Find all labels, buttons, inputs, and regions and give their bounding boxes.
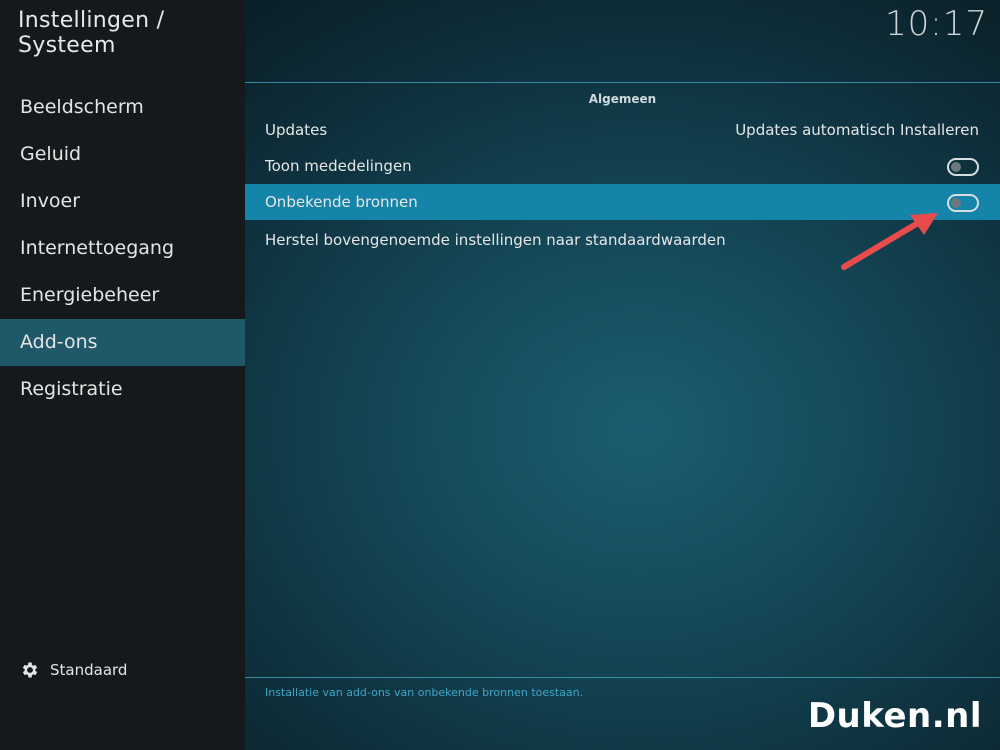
setting-label: Herstel bovengenoemde instellingen naar … xyxy=(265,231,726,249)
toggle-switch[interactable] xyxy=(947,194,979,212)
setting-label: Updates xyxy=(265,121,328,139)
toggle-switch[interactable] xyxy=(947,158,979,176)
page-title: Instellingen / Systeem xyxy=(18,8,165,58)
sidebar-item-add-ons[interactable]: Add-ons xyxy=(0,319,245,366)
setting-value: Updates automatisch Installeren xyxy=(735,121,979,139)
sidebar-item-invoer[interactable]: Invoer xyxy=(0,178,245,225)
sidebar-menu: Beeldscherm Geluid Invoer Internettoegan… xyxy=(0,84,245,413)
gear-icon xyxy=(22,662,38,678)
toggle-knob xyxy=(951,162,961,172)
sidebar: Instellingen / Systeem Beeldscherm Gelui… xyxy=(0,0,245,750)
sidebar-item-geluid[interactable]: Geluid xyxy=(0,131,245,178)
sidebar-item-energiebeheer[interactable]: Energiebeheer xyxy=(0,272,245,319)
watermark-logo: Duken.nl xyxy=(807,696,982,736)
sidebar-item-beeldscherm[interactable]: Beeldscherm xyxy=(0,84,245,131)
section-title: Algemeen xyxy=(588,92,657,106)
setting-description: Installatie van add-ons van onbekende br… xyxy=(265,686,584,699)
sidebar-item-registratie[interactable]: Registratie xyxy=(0,366,245,413)
settings-level-button[interactable]: Standaard xyxy=(20,657,127,683)
divider-top xyxy=(245,82,1000,83)
setting-label: Onbekende bronnen xyxy=(265,193,418,211)
toggle-knob xyxy=(951,198,961,208)
settings-level-label: Standaard xyxy=(50,661,128,679)
setting-label: Toon mededelingen xyxy=(265,157,412,175)
settings-panel: Algemeen Updates Updates automatisch Ins… xyxy=(245,0,1000,750)
sidebar-item-internettoegang[interactable]: Internettoegang xyxy=(0,225,245,272)
setting-row-toon-mededelingen[interactable]: Toon mededelingen xyxy=(245,148,1000,184)
divider-bottom xyxy=(245,677,1000,678)
setting-row-updates[interactable]: Updates Updates automatisch Installeren xyxy=(245,112,1000,148)
arrow-annotation xyxy=(841,213,938,270)
